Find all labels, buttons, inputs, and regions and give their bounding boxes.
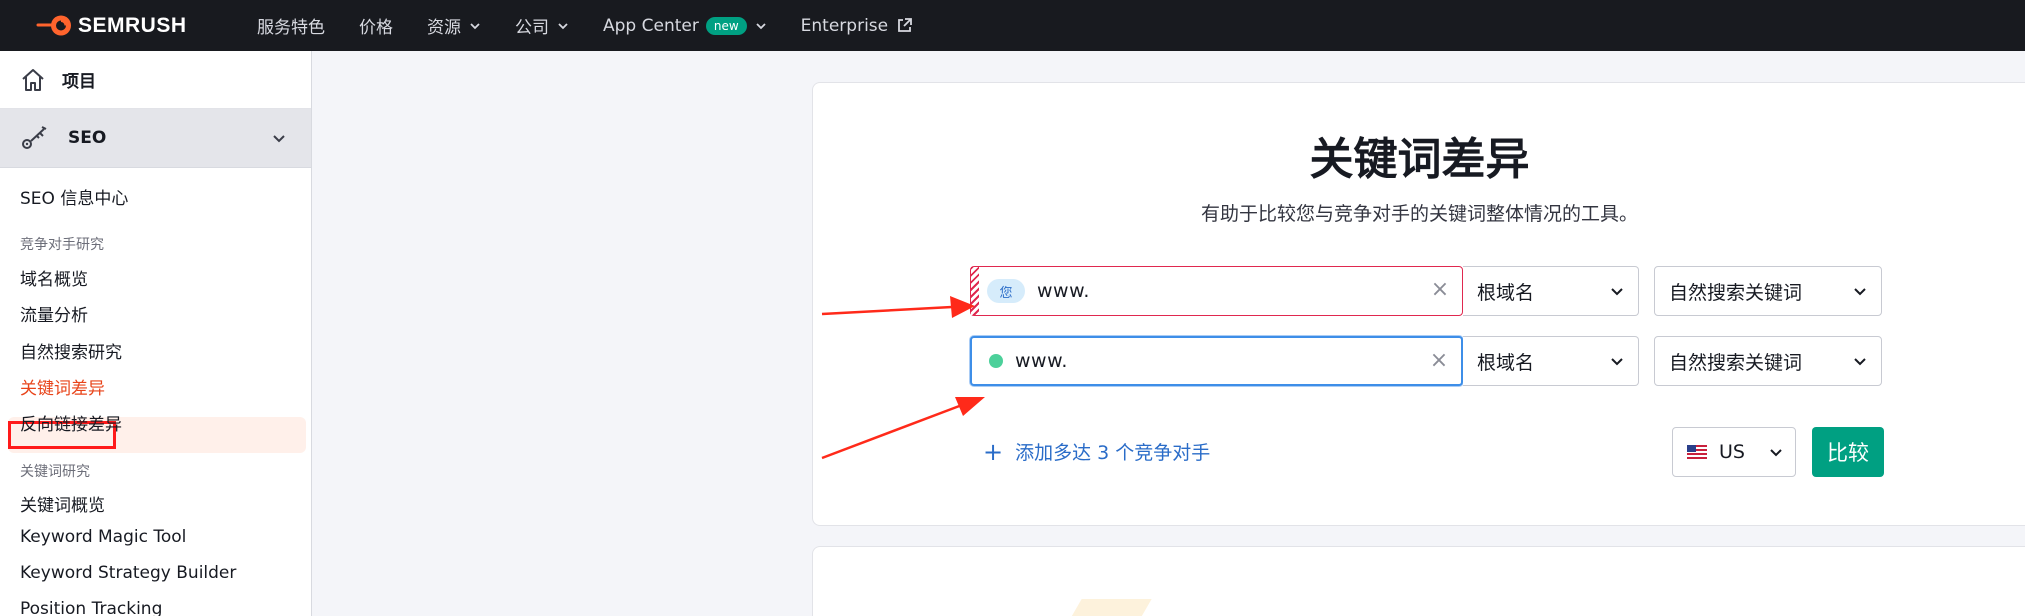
clear-icon[interactable]: × bbox=[1429, 350, 1449, 372]
secondary-card bbox=[812, 546, 2025, 616]
scope-select-value: 根域名 bbox=[1477, 281, 1535, 304]
competitor-domain-value: www. bbox=[1015, 350, 1068, 372]
us-flag-icon bbox=[1687, 445, 1707, 459]
decorative-shape bbox=[1064, 599, 1152, 616]
keyword-type-value: 自然搜索关键词 bbox=[1669, 281, 1803, 304]
nav-app-center-label: App Center bbox=[603, 15, 699, 36]
external-link-icon bbox=[898, 18, 913, 32]
new-badge: new bbox=[705, 16, 747, 35]
sidebar-item-keyword-gap[interactable]: 关键词差异 bbox=[20, 374, 105, 399]
chevron-down-icon bbox=[1854, 358, 1866, 366]
competitor-domain-input[interactable]: www. × bbox=[970, 336, 1463, 386]
sidebar: 项目 SEO SEO 信息中心 竞争对手研究 域名概览 流量分析 自然搜索研究 … bbox=[0, 51, 312, 616]
add-competitors-link[interactable]: + 添加多达 3 个竞争对手 bbox=[983, 438, 1210, 465]
scope-select-value: 根域名 bbox=[1477, 351, 1535, 374]
competitor-color-dot bbox=[989, 354, 1003, 368]
sidebar-item-keyword-strategy-builder[interactable]: Keyword Strategy Builder bbox=[20, 563, 236, 583]
page-title: 关键词差异 bbox=[1309, 134, 1530, 185]
chevron-down-icon bbox=[470, 22, 480, 29]
sidebar-item-traffic-analytics[interactable]: 流量分析 bbox=[20, 301, 88, 326]
sidebar-item-keyword-magic-tool[interactable]: Keyword Magic Tool bbox=[20, 527, 186, 547]
nav-enterprise-label: Enterprise bbox=[800, 15, 889, 36]
keyword-type-select-2[interactable]: 自然搜索关键词 bbox=[1654, 336, 1882, 386]
keyword-type-value: 自然搜索关键词 bbox=[1669, 351, 1803, 374]
chevron-down-icon bbox=[1611, 288, 1623, 296]
nav-app-center[interactable]: App Center new bbox=[603, 0, 767, 51]
nav-enterprise[interactable]: Enterprise bbox=[801, 0, 913, 51]
sidebar-section-competitive-research: 竞争对手研究 bbox=[20, 237, 104, 253]
page-subtitle: 有助于比较您与竞争对手的关键词整体情况的工具。 bbox=[1200, 203, 1638, 225]
top-navigation-bar: SEMRUSH 服务特色 价格 资源 公司 App Center new Ent… bbox=[0, 0, 2025, 51]
plus-icon: + bbox=[983, 437, 1004, 466]
add-competitors-label: 添加多达 3 个竞争对手 bbox=[1015, 442, 1211, 464]
sidebar-seo-label: SEO bbox=[68, 128, 107, 148]
country-select[interactable]: US bbox=[1672, 427, 1796, 477]
chevron-down-icon bbox=[1770, 449, 1782, 457]
clear-icon[interactable]: × bbox=[1430, 279, 1450, 301]
compare-button[interactable]: 比较 bbox=[1812, 427, 1884, 477]
scope-select-1[interactable]: 根域名 bbox=[1463, 266, 1639, 316]
brand-name: SEMRUSH bbox=[78, 13, 187, 37]
your-domain-value: www. bbox=[1037, 280, 1090, 302]
sidebar-projects-label: 项目 bbox=[62, 72, 96, 92]
chevron-down-icon bbox=[756, 22, 766, 29]
sidebar-item-projects[interactable]: 项目 bbox=[0, 51, 311, 109]
nav-company-label: 公司 bbox=[515, 18, 549, 38]
sidebar-item-domain-overview[interactable]: 域名概览 bbox=[20, 265, 88, 290]
your-domain-input[interactable]: 您 www. × bbox=[970, 266, 1463, 316]
chevron-down-icon bbox=[1854, 288, 1866, 296]
sidebar-item-seo-hub[interactable]: SEO 信息中心 bbox=[20, 184, 128, 209]
sidebar-section-seo[interactable]: SEO bbox=[0, 109, 311, 168]
nav-company[interactable]: 公司 bbox=[515, 0, 569, 51]
nav-pricing[interactable]: 价格 bbox=[359, 0, 393, 51]
keyword-gap-card: 关键词差异 有助于比较您与竞争对手的关键词整体情况的工具。 您 www. × 根… bbox=[812, 82, 2025, 526]
main-nav: 服务特色 价格 资源 公司 App Center new Enterprise bbox=[257, 0, 947, 51]
sidebar-item-backlink-gap[interactable]: 反向链接差异 bbox=[20, 410, 122, 435]
country-value: US bbox=[1719, 441, 1745, 463]
semrush-logo-icon bbox=[36, 15, 71, 36]
nav-resources-label: 资源 bbox=[427, 18, 461, 38]
home-icon bbox=[22, 68, 44, 91]
scope-select-2[interactable]: 根域名 bbox=[1463, 336, 1639, 386]
sidebar-item-keyword-overview[interactable]: 关键词概览 bbox=[20, 491, 105, 516]
semrush-logo[interactable]: SEMRUSH bbox=[36, 13, 187, 38]
sidebar-item-organic-research[interactable]: 自然搜索研究 bbox=[20, 338, 122, 363]
you-badge: 您 bbox=[987, 279, 1025, 303]
chevron-down-icon bbox=[558, 22, 568, 29]
error-stripe bbox=[971, 267, 979, 315]
keyword-type-select-1[interactable]: 自然搜索关键词 bbox=[1654, 266, 1882, 316]
nav-pricing-label: 价格 bbox=[359, 18, 393, 38]
seo-key-icon bbox=[22, 126, 47, 149]
sidebar-section-keyword-research: 关键词研究 bbox=[20, 464, 90, 480]
chevron-down-icon bbox=[1611, 358, 1623, 366]
chevron-down-icon[interactable] bbox=[271, 131, 287, 147]
nav-resources[interactable]: 资源 bbox=[427, 0, 481, 51]
nav-features-label: 服务特色 bbox=[257, 18, 325, 38]
nav-features[interactable]: 服务特色 bbox=[257, 0, 325, 51]
sidebar-item-position-tracking[interactable]: Position Tracking bbox=[20, 599, 162, 616]
